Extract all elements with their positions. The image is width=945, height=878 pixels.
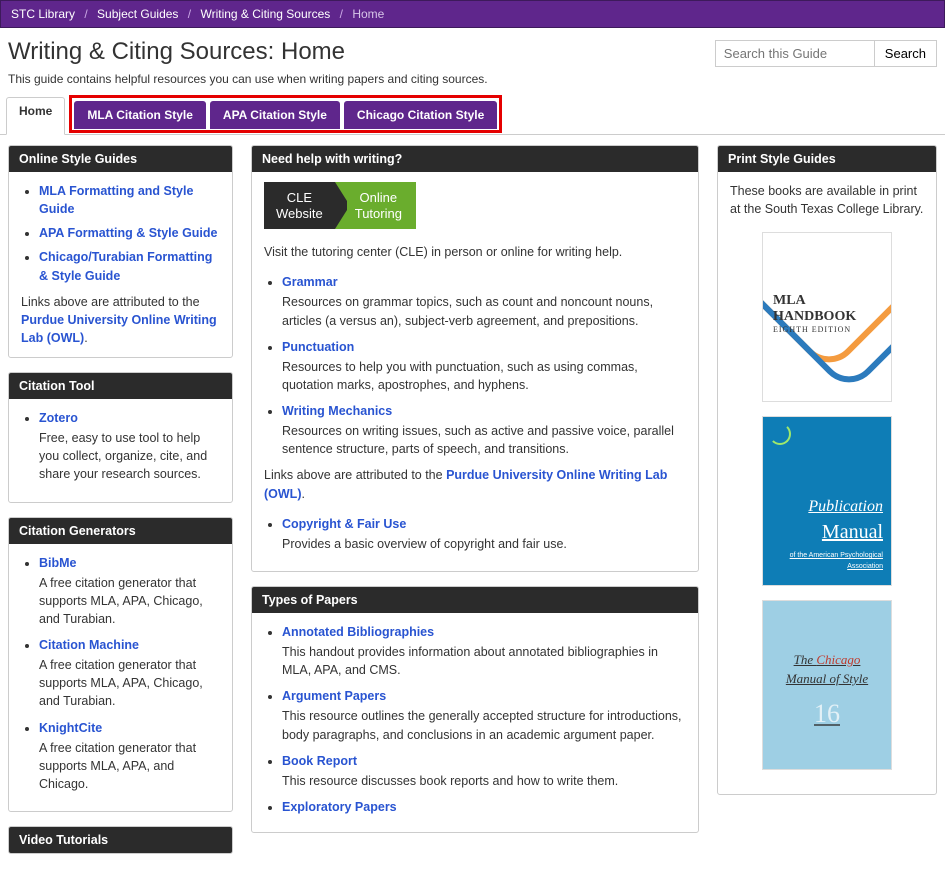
box-title: Need help with writing?: [252, 146, 698, 172]
help-link[interactable]: Writing Mechanics: [282, 404, 392, 418]
print-intro: These books are available in print at th…: [730, 182, 924, 218]
breadcrumb: STC Library / Subject Guides / Writing &…: [0, 0, 945, 28]
search-button[interactable]: Search: [875, 40, 937, 67]
help-link[interactable]: Grammar: [282, 275, 338, 289]
help-link[interactable]: Punctuation: [282, 340, 354, 354]
breadcrumb-item[interactable]: Writing & Citing Sources: [200, 7, 330, 21]
tab-chicago[interactable]: Chicago Citation Style: [344, 101, 497, 129]
tab-bar: Home MLA Citation Style APA Citation Sty…: [0, 96, 945, 135]
citation-generators-box: Citation Generators BibMe A free citatio…: [8, 517, 233, 813]
chicago-book-cover[interactable]: The Chicago Manual of Style 16: [762, 600, 892, 770]
page-subtitle: This guide contains helpful resources yo…: [8, 72, 937, 86]
breadcrumb-item[interactable]: Subject Guides: [97, 7, 178, 21]
video-tutorials-box: Video Tutorials: [8, 826, 233, 854]
paper-type-link[interactable]: Exploratory Papers: [282, 800, 397, 814]
box-title: Types of Papers: [252, 587, 698, 613]
generator-link[interactable]: BibMe: [39, 556, 77, 570]
box-title: Online Style Guides: [9, 146, 232, 172]
page-title: Writing & Citing Sources: Home: [8, 38, 345, 66]
box-title: Video Tutorials: [9, 827, 232, 853]
zotero-link[interactable]: Zotero: [39, 411, 78, 425]
attribution: Links above are attributed to the Purdue…: [264, 466, 686, 502]
generator-link[interactable]: KnightCite: [39, 721, 102, 735]
tab-mla[interactable]: MLA Citation Style: [74, 101, 206, 129]
attribution: Links above are attributed to the Purdue…: [21, 293, 220, 347]
copyright-link[interactable]: Copyright & Fair Use: [282, 517, 406, 531]
mla-book-cover[interactable]: MLA HANDBOOK EIGHTH EDITION: [762, 232, 892, 402]
intro-text: Visit the tutoring center (CLE) in perso…: [264, 243, 686, 261]
style-guide-link[interactable]: APA Formatting & Style Guide: [39, 226, 218, 240]
need-help-box: Need help with writing? CLEWebsite Onlin…: [251, 145, 699, 572]
breadcrumb-item[interactable]: STC Library: [11, 7, 75, 21]
breadcrumb-current: Home: [352, 7, 384, 21]
box-title: Citation Generators: [9, 518, 232, 544]
tab-apa[interactable]: APA Citation Style: [210, 101, 340, 129]
tool-desc: Free, easy to use tool to help you colle…: [39, 429, 220, 483]
generator-link[interactable]: Citation Machine: [39, 638, 139, 652]
highlighted-tabs: MLA Citation Style APA Citation Style Ch…: [69, 95, 502, 133]
box-title: Print Style Guides: [718, 146, 936, 172]
tab-home[interactable]: Home: [6, 97, 65, 135]
online-style-guides-box: Online Style Guides MLA Formatting and S…: [8, 145, 233, 358]
style-guide-link[interactable]: MLA Formatting and Style Guide: [39, 184, 193, 216]
print-style-guides-box: Print Style Guides These books are avail…: [717, 145, 937, 795]
box-title: Citation Tool: [9, 373, 232, 399]
search-box: Search: [715, 40, 937, 67]
paper-type-link[interactable]: Argument Papers: [282, 689, 386, 703]
owl-link[interactable]: Purdue University Online Writing Lab (OW…: [21, 313, 217, 345]
apa-book-cover[interactable]: Publication Manual of the American Psych…: [762, 416, 892, 586]
paper-type-link[interactable]: Annotated Bibliographies: [282, 625, 434, 639]
types-of-papers-box: Types of Papers Annotated Bibliographies…: [251, 586, 699, 833]
search-input[interactable]: [715, 40, 875, 67]
paper-type-link[interactable]: Book Report: [282, 754, 357, 768]
tutoring-badge[interactable]: CLEWebsite OnlineTutoring: [264, 182, 686, 229]
citation-tool-box: Citation Tool Zotero Free, easy to use t…: [8, 372, 233, 503]
style-guide-link[interactable]: Chicago/Turabian Formatting & Style Guid…: [39, 250, 212, 282]
